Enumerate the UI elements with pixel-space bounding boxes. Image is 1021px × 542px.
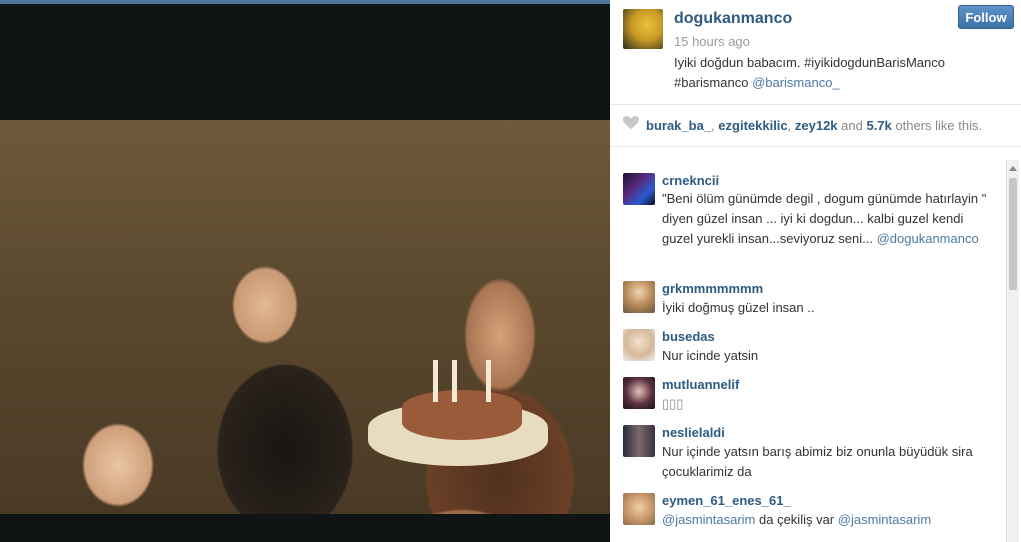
comment-text: Nur icinde yatsin: [662, 348, 759, 363]
comment-text: @jasmintasarim da çekiliş var @jasmintas…: [662, 510, 997, 530]
commenter-avatar[interactable]: [623, 493, 655, 525]
comment-username[interactable]: neslielaldi: [662, 425, 725, 440]
commenter-avatar[interactable]: [623, 329, 655, 361]
post-caption: Iyiki doğdun babacım. #iyikidogdunBarisM…: [674, 53, 1004, 93]
liker-link[interactable]: zey12k: [795, 118, 838, 133]
comment-mention[interactable]: @dogukanmanco: [877, 231, 979, 246]
liker-link[interactable]: ezgitekkilic: [718, 118, 787, 133]
likes-suffix: others like this.: [891, 118, 983, 133]
post-sidebar: dogukanmanco 15 hours ago Iyiki doğdun b…: [610, 0, 1021, 542]
comment-body: da çekiliş var: [755, 512, 838, 527]
commenter-avatar[interactable]: [623, 281, 655, 313]
comment-text: "Beni ölüm günümde degil , dogum günümde…: [662, 189, 997, 249]
commenter-avatar[interactable]: [623, 173, 655, 205]
commenter-avatar[interactable]: [623, 425, 655, 457]
heart-icon[interactable]: [623, 116, 639, 130]
liker-link[interactable]: burak_ba_: [646, 118, 711, 133]
comment-text: Nur içinde yatsın barış abimiz biz onunl…: [662, 444, 973, 479]
candle: [452, 360, 457, 402]
user-avatar[interactable]: [623, 9, 663, 49]
comment-text: İyiki doğmuş güzel insan ..: [662, 300, 815, 315]
comment-username[interactable]: eymen_61_enes_61_: [662, 493, 791, 508]
post-username[interactable]: dogukanmanco: [674, 10, 792, 28]
follow-button[interactable]: Follow: [958, 5, 1014, 29]
likes-and: and: [837, 118, 867, 133]
comment-username[interactable]: grkmmmmmmm: [662, 281, 763, 296]
comment-username[interactable]: crnekncii: [662, 173, 719, 188]
comment-mention[interactable]: @jasmintasarim: [838, 512, 931, 527]
post-header: dogukanmanco 15 hours ago Iyiki doğdun b…: [610, 0, 1021, 105]
candle: [433, 360, 438, 402]
scroll-up-arrow-icon[interactable]: [1009, 166, 1017, 171]
likes-separator: ,: [787, 118, 795, 133]
commenter-avatar[interactable]: [623, 377, 655, 409]
comment-username[interactable]: busedas: [662, 329, 715, 344]
comments-list: crnekncii "Beni ölüm günümde degil , dog…: [610, 160, 1006, 542]
post-timestamp[interactable]: 15 hours ago: [674, 34, 750, 49]
comment-username[interactable]: mutluannelif: [662, 377, 739, 392]
comments-scrollbar[interactable]: [1006, 160, 1019, 542]
photo-viewer: [0, 4, 610, 542]
candle: [486, 360, 491, 402]
likes-bar: burak_ba_, ezgitekkilic, zey12k and 5.7k…: [610, 104, 1021, 147]
comment-mention[interactable]: @jasmintasarim: [662, 512, 755, 527]
likes-count[interactable]: 5.7k: [866, 118, 891, 133]
caption-mention[interactable]: @barismanco_: [752, 75, 840, 90]
post-photo[interactable]: [0, 120, 610, 514]
comment-text: ▯▯▯: [662, 396, 684, 411]
likes-summary: burak_ba_, ezgitekkilic, zey12k and 5.7k…: [646, 118, 982, 133]
scrollbar-thumb[interactable]: [1009, 178, 1017, 290]
birthday-cake: [402, 390, 522, 440]
